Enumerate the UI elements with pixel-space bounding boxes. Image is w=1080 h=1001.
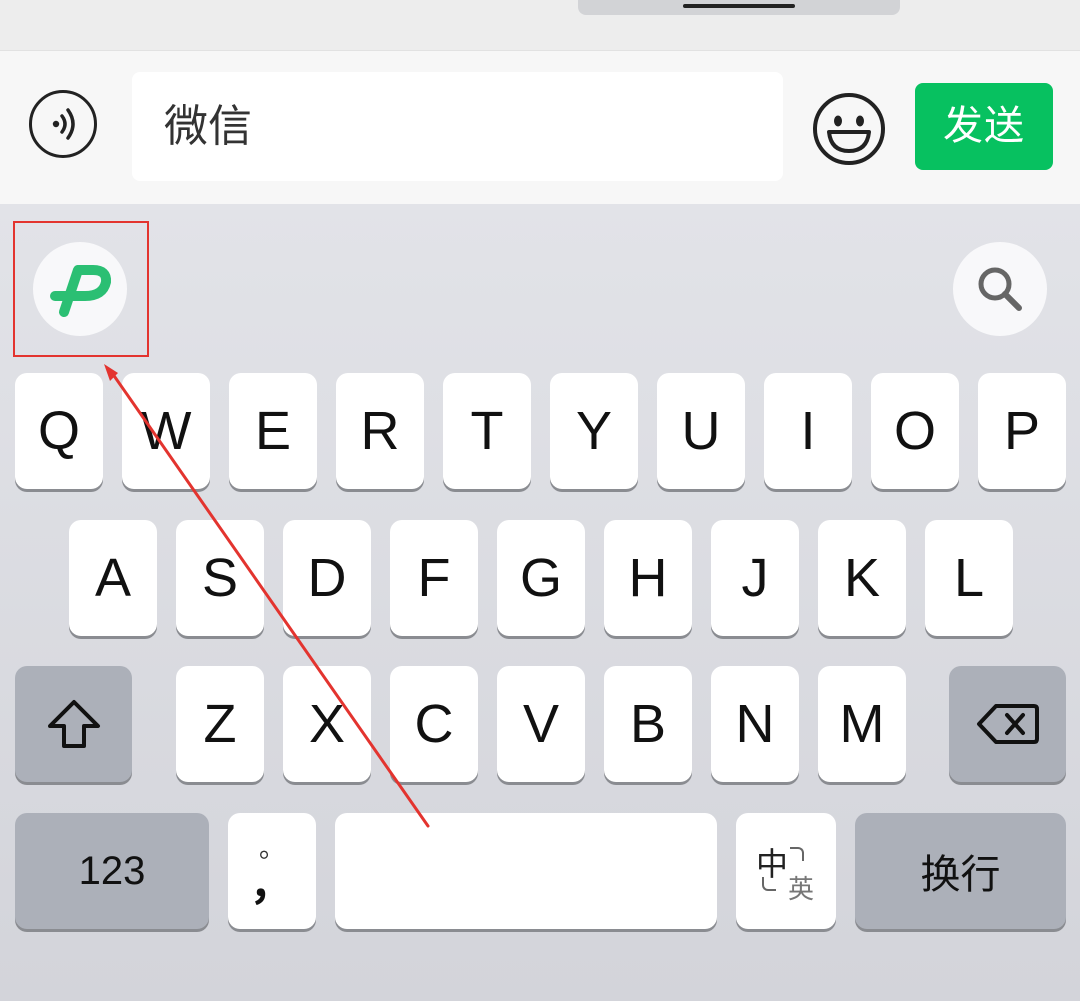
delete-icon [976, 704, 1039, 744]
key-w[interactable]: W [122, 373, 210, 489]
lang-sub-label: 英 [788, 875, 815, 905]
key-a[interactable]: A [69, 520, 157, 636]
space-key[interactable] [335, 813, 717, 929]
key-s[interactable]: S [176, 520, 264, 636]
key-x[interactable]: X [283, 666, 371, 782]
key-i[interactable]: I [764, 373, 852, 489]
send-button[interactable]: 发送 [915, 83, 1053, 170]
key-g[interactable]: G [497, 520, 585, 636]
key-q[interactable]: Q [15, 373, 103, 489]
home-indicator [683, 4, 795, 8]
annotation-highlight-box [13, 221, 149, 357]
keyboard: Q W E R T Y U I O P A S D F G H J K L Z … [0, 204, 1080, 1001]
key-o[interactable]: O [871, 373, 959, 489]
smiley-icon [813, 93, 885, 165]
search-icon [978, 267, 1022, 311]
punctuation-key[interactable]: 。 ， [228, 813, 316, 929]
key-l[interactable]: L [925, 520, 1013, 636]
key-n[interactable]: N [711, 666, 799, 782]
voice-button[interactable] [29, 90, 97, 158]
key-e[interactable]: E [229, 373, 317, 489]
lang-hook-bottom [762, 877, 776, 891]
key-h[interactable]: H [604, 520, 692, 636]
key-b[interactable]: B [604, 666, 692, 782]
key-d[interactable]: D [283, 520, 371, 636]
key-v[interactable]: V [497, 666, 585, 782]
punct-bottom: ， [250, 860, 294, 909]
chat-input-bar: 微信 发送 [0, 51, 1080, 204]
key-y[interactable]: Y [550, 373, 638, 489]
key-u[interactable]: U [657, 373, 745, 489]
key-c[interactable]: C [390, 666, 478, 782]
keyboard-search-button[interactable] [953, 242, 1047, 336]
lang-hook-top [790, 847, 804, 861]
key-p[interactable]: P [978, 373, 1066, 489]
key-r[interactable]: R [336, 373, 424, 489]
punct-top: 。 [258, 833, 285, 863]
key-t[interactable]: T [443, 373, 531, 489]
emoji-button[interactable] [811, 91, 887, 167]
top-strip [0, 0, 1080, 51]
key-m[interactable]: M [818, 666, 906, 782]
message-input[interactable]: 微信 [132, 72, 783, 181]
key-f[interactable]: F [390, 520, 478, 636]
return-key[interactable]: 换行 [855, 813, 1066, 929]
numbers-key[interactable]: 123 [15, 813, 209, 929]
delete-key[interactable] [949, 666, 1066, 782]
key-j[interactable]: J [711, 520, 799, 636]
top-tab [578, 0, 900, 15]
key-z[interactable]: Z [176, 666, 264, 782]
shift-icon [47, 700, 100, 748]
voice-wave-icon [52, 108, 75, 140]
language-switch-key[interactable]: 中 英 [736, 813, 836, 929]
shift-key[interactable] [15, 666, 132, 782]
key-k[interactable]: K [818, 520, 906, 636]
